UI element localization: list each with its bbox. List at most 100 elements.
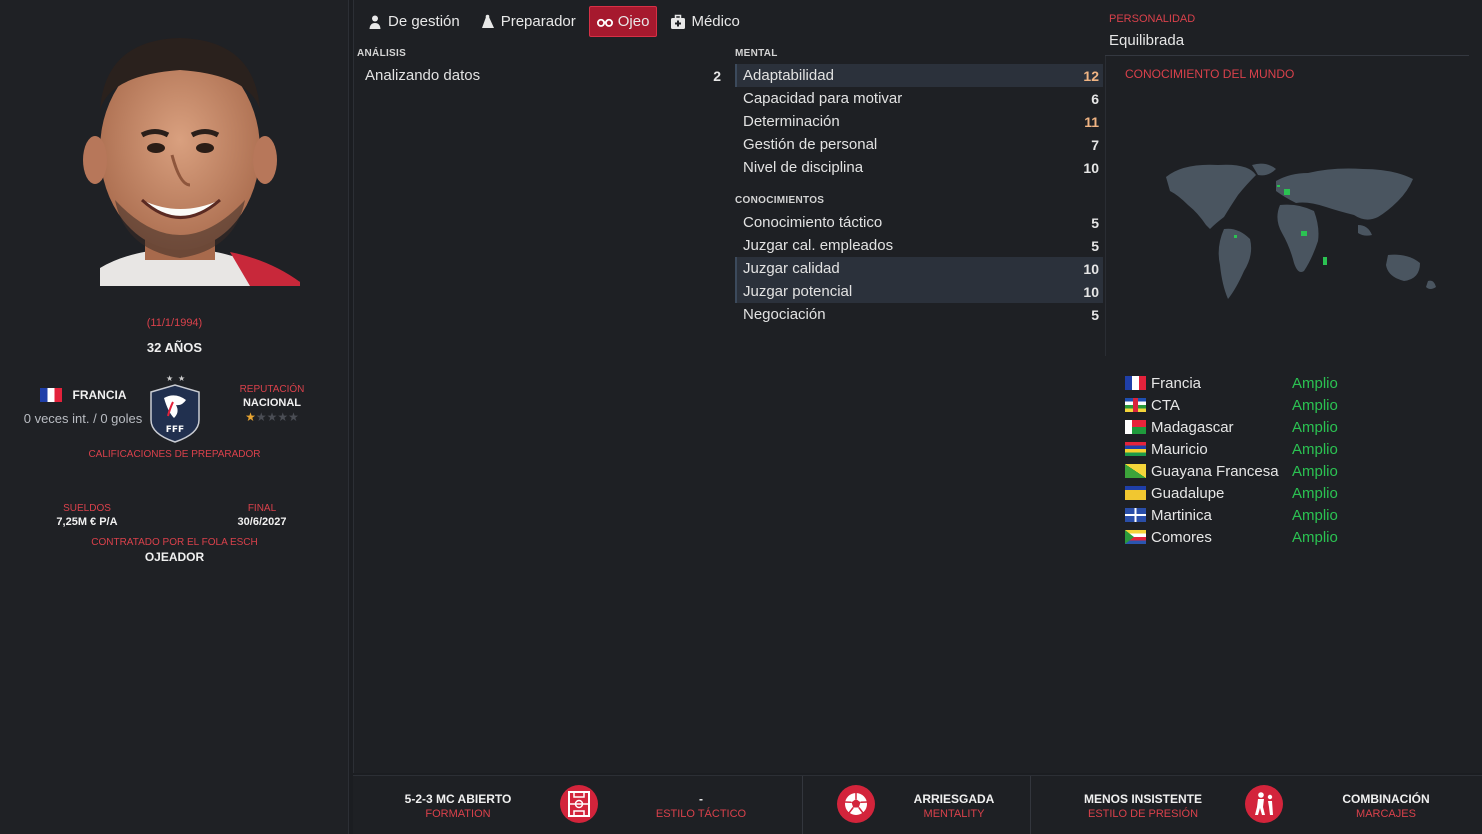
contract-end-label: FINAL — [247, 503, 277, 514]
comoros-flag-icon — [1125, 530, 1146, 544]
attribute-row[interactable]: Conocimiento táctico 5 — [735, 211, 1103, 234]
marking-label: MARCAJES — [1356, 808, 1416, 820]
tab-preparador[interactable]: Preparador — [473, 6, 583, 37]
attribute-row[interactable]: Adaptabilidad 12 — [735, 64, 1103, 87]
list-item[interactable]: Comores Amplio — [1125, 526, 1465, 548]
reputation-value: NACIONAL — [242, 397, 302, 409]
star-icon: ★ — [266, 410, 278, 424]
attribute-name: Juzgar cal. empleados — [743, 237, 894, 254]
tactical-style[interactable]: - ESTILO TÁCTICO — [631, 792, 771, 820]
world-knowledge-label: CONOCIMIENTO DEL MUNDO — [1125, 67, 1295, 81]
tab-label: Ojeo — [617, 13, 650, 30]
tab-medico[interactable]: Médico — [663, 6, 746, 37]
pressing-icon — [1245, 785, 1283, 823]
attribute-value: 11 — [1084, 113, 1099, 130]
staff-role: OJEADOR — [144, 550, 205, 564]
football-icon — [837, 785, 875, 823]
nationality[interactable]: FRANCIA 0 veces int. / 0 goles — [8, 388, 158, 426]
coach-ratings-link[interactable]: CALIFICACIONES DE PREPARADOR — [0, 449, 349, 460]
knowledge-level: Amplio — [1292, 506, 1338, 524]
attribute-value: 2 — [713, 67, 721, 84]
list-item[interactable]: Guadalupe Amplio — [1125, 482, 1465, 504]
country-name: Comores — [1151, 528, 1212, 546]
knowledge-level: Amplio — [1292, 440, 1338, 458]
star-icon: ★ — [277, 410, 289, 424]
fff-crest-icon: ★ ★ FFF — [146, 372, 204, 444]
attribute-value: 6 — [1091, 90, 1099, 107]
marking[interactable]: COMBINACIÓN MARCAJES — [1316, 792, 1456, 820]
attribute-row[interactable]: Juzgar calidad 10 — [735, 257, 1103, 280]
tab-de-gestion[interactable]: De gestión — [360, 6, 467, 37]
wage-label: SUELDOS — [63, 503, 111, 514]
list-item[interactable]: Francia Amplio — [1125, 372, 1465, 394]
country-knowledge-list: Francia Amplio CTA Amplio Madagascar Amp… — [1125, 372, 1465, 548]
attribute-name: Negociación — [743, 306, 826, 323]
contracted-by[interactable]: CONTRATADO POR EL FOLA ESCH OJEADOR — [0, 537, 349, 564]
country-name: Guayana Francesa — [1151, 462, 1279, 480]
attribute-row[interactable]: Juzgar cal. empleados 5 — [735, 234, 1103, 257]
attribute-row[interactable]: Juzgar potencial 10 — [735, 280, 1103, 303]
reputation-label: REPUTACIÓN — [239, 384, 305, 395]
attribute-row[interactable]: Analizando datos 2 — [357, 64, 725, 87]
formation-value: 5-2-3 MC ABIERTO — [404, 792, 512, 806]
wage-value: 7,25M € P/A — [56, 516, 118, 528]
world-map[interactable] — [1158, 155, 1443, 305]
country-name: CTA — [1151, 396, 1180, 414]
car-flag-icon — [1125, 398, 1146, 412]
attribute-name: Capacidad para motivar — [743, 90, 903, 107]
mauritius-flag-icon — [1125, 442, 1146, 456]
country-name: Guadalupe — [1151, 484, 1225, 502]
list-item[interactable]: Martinica Amplio — [1125, 504, 1465, 526]
personality-label: PERSONALIDAD — [1109, 13, 1196, 25]
attribute-row[interactable]: Capacidad para motivar 6 — [735, 87, 1103, 110]
pressing-style-label: ESTILO DE PRESIÓN — [1087, 808, 1199, 820]
attribute-name: Adaptabilidad — [743, 67, 834, 84]
attribute-row[interactable]: Determinación 11 — [735, 110, 1103, 133]
attribute-row[interactable]: Negociación 5 — [735, 303, 1103, 326]
staff-photo — [60, 20, 300, 286]
attribute-name: Analizando datos — [365, 67, 481, 84]
nation-name: FRANCIA — [72, 388, 127, 402]
list-item[interactable]: Guayana Francesa Amplio — [1125, 460, 1465, 482]
mentality-value: ARRIESGADA — [913, 792, 995, 806]
country-name: Madagascar — [1151, 418, 1234, 436]
list-item[interactable]: Madagascar Amplio — [1125, 416, 1465, 438]
attribute-name: Juzgar potencial — [743, 283, 853, 300]
attribute-value: 5 — [1091, 237, 1099, 254]
list-item[interactable]: CTA Amplio — [1125, 394, 1465, 416]
france-flag-icon — [39, 388, 62, 402]
personality-value: Equilibrada — [1109, 32, 1185, 49]
pressing-style[interactable]: MENOS INSISTENTE ESTILO DE PRESIÓN — [1063, 792, 1223, 820]
contracted-by-label: CONTRATADO POR EL FOLA ESCH — [91, 537, 258, 548]
tactics-summary-bar: 5-2-3 MC ABIERTO FORMATION - ESTILO TÁCT… — [353, 775, 1482, 834]
attribute-value: 5 — [1091, 306, 1099, 323]
mental-list: Adaptabilidad 12 Capacidad para motivar … — [735, 64, 1103, 179]
staff-profile-screen: (11/1/1994) 32 AÑOS FRANCIA 0 veces int.… — [0, 0, 1482, 834]
list-item[interactable]: Mauricio Amplio — [1125, 438, 1465, 460]
attribute-name: Determinación — [743, 113, 840, 130]
mental-section-label: MENTAL — [735, 48, 778, 59]
attribute-row[interactable]: Gestión de personal 7 — [735, 133, 1103, 156]
tab-label: Preparador — [500, 13, 576, 30]
attribute-name: Nivel de disciplina — [743, 159, 864, 176]
contract-end: FINAL 30/6/2027 — [212, 503, 312, 528]
attribute-row[interactable]: Nivel de disciplina 10 — [735, 156, 1103, 179]
knowledge-list: Conocimiento táctico 5 Juzgar cal. emple… — [735, 211, 1103, 326]
french-guiana-flag-icon — [1125, 464, 1146, 478]
mentality[interactable]: ARRIESGADA MENTALITY — [889, 792, 1019, 820]
contract-end-value: 30/6/2027 — [237, 516, 287, 528]
knowledge-section-label: CONOCIMIENTOS — [735, 195, 825, 206]
knowledge-level: Amplio — [1292, 528, 1338, 546]
svg-text:★: ★ — [178, 374, 185, 383]
attribute-value: 10 — [1083, 260, 1099, 277]
country-name: Mauricio — [1151, 440, 1208, 458]
attribute-tabs: De gestión Preparador Ojeo Médico — [360, 6, 747, 38]
analysis-section-label: ANÁLISIS — [357, 48, 407, 59]
knowledge-level: Amplio — [1292, 418, 1338, 436]
formation[interactable]: 5-2-3 MC ABIERTO FORMATION — [373, 792, 543, 820]
tab-ojeo[interactable]: Ojeo — [588, 6, 658, 37]
mentality-label: MENTALITY — [923, 808, 985, 820]
attribute-value: 5 — [1091, 214, 1099, 231]
attribute-name: Conocimiento táctico — [743, 214, 883, 231]
divider — [1030, 776, 1031, 834]
